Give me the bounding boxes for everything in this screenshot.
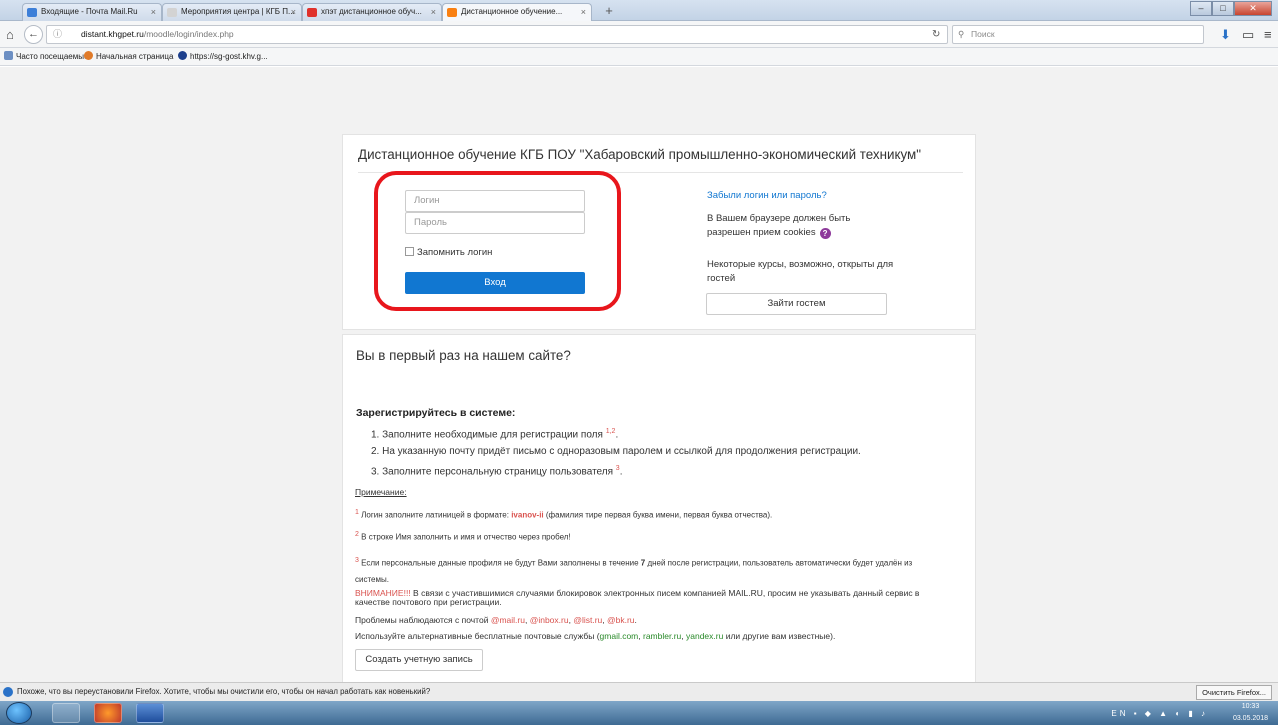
system-tray: EN ▪ ◆ ▲ ◐ ▮ ♪ (1111, 709, 1208, 718)
minimize-button[interactable]: – (1190, 1, 1212, 16)
url-host: distant.khgpet.ru (81, 29, 144, 39)
globe-icon (84, 51, 93, 60)
note-label: Примечание: (355, 487, 407, 497)
signup-subheading: Зарегистрируйтесь в системе: (356, 407, 516, 419)
back-button[interactable]: ← (24, 25, 43, 44)
folder-icon (4, 51, 13, 60)
clock-time: 10:33 (1241, 703, 1260, 710)
info-icon[interactable]: ⓘ (53, 26, 62, 43)
close-icon[interactable]: × (581, 4, 586, 20)
menu-icon[interactable]: ≡ (1264, 21, 1272, 48)
login-button[interactable]: Вход (405, 272, 585, 294)
remember-username[interactable]: Запомнить логин (405, 247, 492, 258)
signup-panel: Вы в первый раз на нашем сайте? Зарегист… (342, 334, 976, 682)
bookmark-home[interactable]: Начальная страница (84, 48, 173, 66)
moodle-icon (447, 8, 457, 17)
reload-icon[interactable]: ↻ (932, 25, 940, 44)
notification-text: Похоже, что вы переустановили Firefox. Х… (17, 687, 431, 696)
explorer-taskbar-icon[interactable] (52, 703, 80, 723)
login-panel: Дистанционное обучение КГБ ПОУ "Хабаровс… (342, 134, 976, 330)
language-indicator[interactable]: EN (1111, 709, 1128, 718)
search-icon: ⚲ (958, 29, 965, 39)
tab-title: хпэт дистанционное обуч... (321, 7, 422, 16)
yandex-icon (307, 8, 317, 17)
alternative-mail: Используйте альтернативные бесплатные по… (355, 631, 836, 641)
cookies-notice: В Вашем браузере должен быть разрешен пр… (707, 213, 851, 239)
guest-notice: Некоторые курсы, возможно, открыты для г… (707, 259, 894, 284)
close-icon[interactable]: × (291, 4, 296, 20)
search-input[interactable]: ⚲ Поиск (952, 25, 1204, 44)
footnote-2: 2 В строке Имя заполнить и имя и отчеств… (355, 531, 571, 542)
footnote-3: 3 Если персональные данные профиля не бу… (355, 557, 913, 584)
home-icon[interactable]: ⌂ (6, 21, 14, 48)
notification-bar: Похоже, что вы переустановили Firefox. Х… (0, 682, 1278, 701)
forgot-password-link[interactable]: Забыли логин или пароль? (707, 190, 827, 201)
close-icon[interactable]: × (151, 4, 156, 20)
tab-events[interactable]: Мероприятия центра | КГБ П... × (162, 3, 302, 21)
info-icon (3, 687, 13, 697)
mail-icon (27, 8, 37, 17)
remember-label: Запомнить логин (417, 247, 493, 258)
page-viewport: Дистанционное обучение КГБ ПОУ "Хабаровс… (0, 67, 1278, 682)
guest-login-button[interactable]: Зайти гостем (706, 293, 887, 315)
username-input[interactable]: Логин (405, 190, 585, 212)
navigation-bar: ⌂ ← ⓘ distant.khgpet.ru/moodle/login/ind… (0, 21, 1278, 48)
clock[interactable]: 10:33 03.05.2018 (1233, 701, 1268, 725)
list-item: 3. Заполните персональную страницу польз… (371, 465, 623, 478)
firefox-taskbar-icon[interactable] (94, 703, 122, 723)
bookmarks-bar: Часто посещаемые Начальная страница http… (0, 48, 1278, 66)
start-button[interactable] (6, 702, 32, 724)
url-path: /moodle/login/index.php (143, 29, 234, 39)
bookmark-most-visited[interactable]: Часто посещаемые (4, 48, 88, 66)
signup-heading: Вы в первый раз на нашем сайте? (356, 348, 571, 363)
library-icon[interactable]: ▭ (1242, 21, 1254, 48)
tab-moodle[interactable]: Дистанционное обучение... × (442, 3, 592, 22)
footnote-1: 1 Логин заполните латиницей в формате: i… (355, 509, 773, 520)
create-account-button[interactable]: Создать учетную запись (355, 649, 483, 671)
refresh-firefox-button[interactable]: Очистить Firefox... (1196, 685, 1272, 700)
page-title: Дистанционное обучение КГБ ПОУ "Хабаровс… (358, 147, 921, 162)
password-input[interactable]: Пароль (405, 212, 585, 234)
download-icon[interactable]: ⬇ (1220, 21, 1231, 48)
url-bar[interactable]: ⓘ distant.khgpet.ru/moodle/login/index.p… (46, 25, 948, 44)
list-item: 2. На указанную почту придёт письмо с од… (371, 446, 861, 458)
search-placeholder: Поиск (971, 29, 995, 39)
tab-yandex[interactable]: хпэт дистанционное обуч... × (302, 3, 442, 21)
page-icon (167, 8, 177, 17)
mail-problems: Проблемы наблюдаются с почтой @mail.ru, … (355, 615, 637, 625)
mail-warning: ВНИМАНИЕ!!! В связи с участившимися случ… (355, 588, 920, 607)
remember-checkbox[interactable] (405, 247, 414, 256)
window-controls: – □ ✕ (1190, 1, 1272, 16)
maximize-button[interactable]: □ (1212, 1, 1234, 16)
bookmark-sg-gost[interactable]: https://sg-gost.khv.g... (178, 48, 268, 66)
window-close-button[interactable]: ✕ (1234, 1, 1272, 16)
new-tab-button[interactable]: + (600, 3, 618, 19)
clock-date: 03.05.2018 (1232, 715, 1268, 722)
list-item: 1. Заполните необходимые для регистрации… (371, 428, 619, 441)
tab-strip: Входящие - Почта Mail.Ru × Мероприятия ц… (0, 0, 1278, 22)
tab-title: Дистанционное обучение... (461, 7, 563, 16)
taskbar: EN ▪ ◆ ▲ ◐ ▮ ♪ 10:33 03.05.2018 (0, 701, 1278, 725)
tab-title: Входящие - Почта Mail.Ru (41, 7, 138, 16)
help-icon[interactable]: ? (819, 228, 831, 239)
word-taskbar-icon[interactable] (136, 703, 164, 723)
tab-title: Мероприятия центра | КГБ П... (181, 7, 295, 16)
close-icon[interactable]: × (431, 4, 436, 20)
signup-steps: 1. Заполните необходимые для регистрации… (371, 423, 861, 481)
site-icon (178, 51, 187, 60)
tab-mail[interactable]: Входящие - Почта Mail.Ru × (22, 3, 162, 21)
